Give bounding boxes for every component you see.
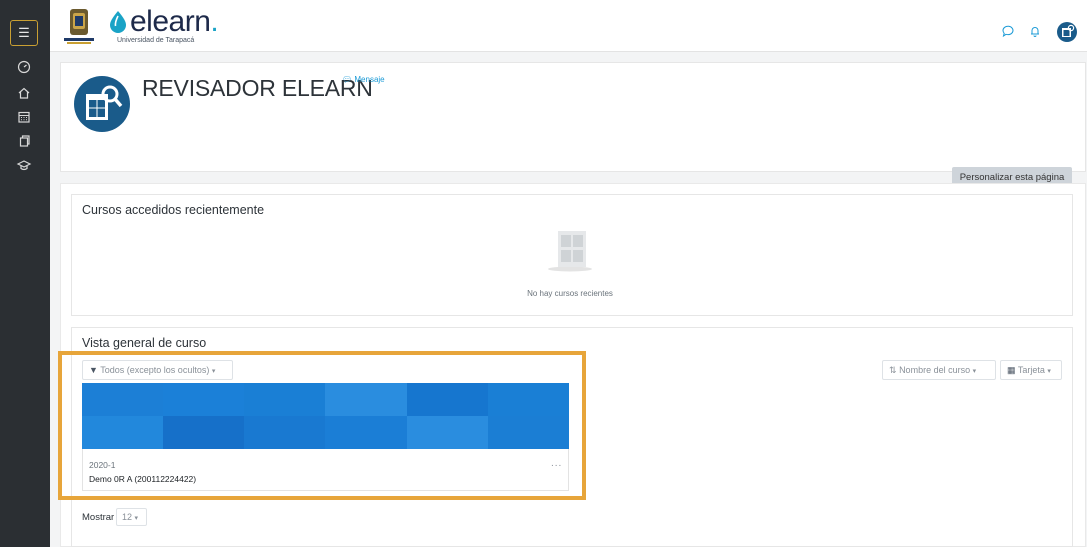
university-seal-logo	[64, 9, 94, 44]
bell-icon[interactable]	[1028, 24, 1042, 38]
hamburger-icon: ☰	[18, 25, 30, 40]
empty-courses-icon	[548, 231, 592, 272]
gauge-icon[interactable]	[15, 58, 33, 76]
no-recent-courses-text: No hay cursos recientes	[527, 289, 613, 298]
top-navbar: elearn. Universidad de Tarapacá	[50, 0, 1087, 52]
user-avatar-icon[interactable]	[1057, 22, 1077, 42]
caret-down-icon: ▾	[972, 368, 977, 375]
caret-down-icon: ▾	[1047, 368, 1051, 375]
chat-icon: 💬︎	[342, 75, 353, 84]
sort-icon: ⇅	[889, 365, 897, 375]
paging-dropdown[interactable]: 12 ▾	[116, 508, 147, 526]
files-icon[interactable]	[15, 132, 33, 150]
grid-icon: ▦	[1007, 365, 1016, 375]
show-label: Mostrar	[82, 512, 115, 523]
logo-subtitle: Universidad de Tarapacá	[117, 37, 195, 44]
view-dropdown[interactable]: ▦ Tarjeta ▾	[1000, 360, 1062, 380]
message-link[interactable]: 💬︎ Mensaje	[342, 75, 385, 84]
sort-dropdown[interactable]: ⇅ Nombre del curso ▾	[882, 360, 996, 380]
nav-drawer: ☰	[0, 0, 50, 547]
paging-control: Mostrar	[82, 512, 114, 523]
hamburger-menu-button[interactable]: ☰	[10, 20, 38, 46]
course-overview-title: Vista general de curso	[82, 336, 207, 350]
highlight-annotation-box	[58, 351, 586, 500]
calendar-icon[interactable]	[15, 108, 33, 126]
graduation-cap-icon[interactable]	[15, 156, 33, 174]
recent-courses-title: Cursos accedidos recientemente	[82, 203, 265, 217]
caret-down-icon: ▾	[134, 515, 139, 522]
user-full-name: REVISADOR ELEARN	[142, 75, 373, 101]
elearn-logo-text: elearn.	[130, 5, 219, 38]
user-profile-picture	[74, 76, 130, 132]
chat-icon[interactable]	[1001, 24, 1015, 38]
home-icon[interactable]	[15, 84, 33, 102]
